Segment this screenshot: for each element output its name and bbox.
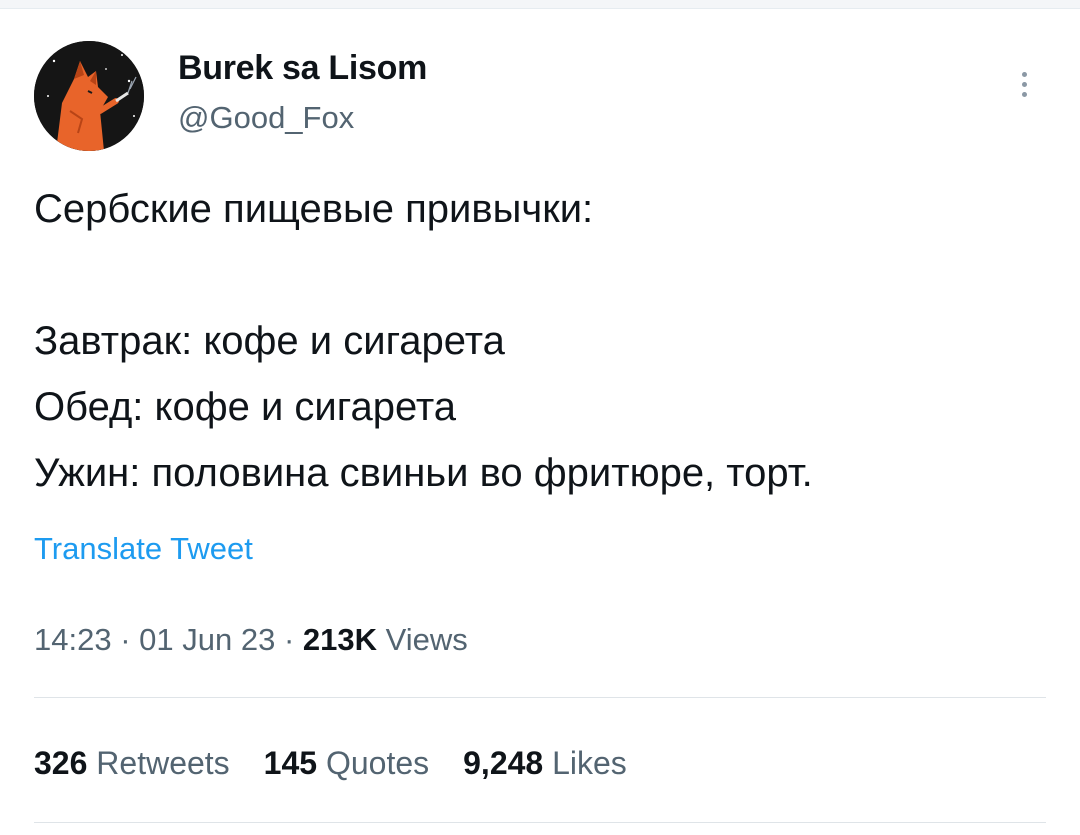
divider: [34, 697, 1046, 698]
author-handle[interactable]: @Good_Fox: [178, 100, 354, 136]
quotes-label: Quotes: [325, 745, 430, 781]
top-border: [0, 0, 1080, 9]
engagement-stats: 326 Retweets 145 Quotes 9,248 Likes: [34, 743, 627, 783]
retweets-count: 326: [34, 745, 88, 781]
tweet-date[interactable]: 01 Jun 23: [139, 622, 275, 657]
views-count: 213K: [302, 622, 378, 657]
more-options-button[interactable]: [1006, 62, 1042, 106]
retweets-label: Retweets: [96, 745, 230, 781]
tweet-text-line: Завтрак: кофе и сигарета: [34, 319, 505, 363]
likes-stat[interactable]: 9,248 Likes: [463, 743, 627, 783]
tweet-meta: 14:23 · 01 Jun 23 · 213K Views: [34, 621, 468, 659]
tweet-text-line: Обед: кофе и сигарета: [34, 385, 457, 429]
meta-separator: ·: [120, 622, 131, 657]
meta-separator: ·: [283, 622, 295, 657]
fox-avatar-icon: [34, 41, 144, 151]
tweet-text-line: Ужин: половина свиньи во фритюре, торт.: [34, 451, 813, 495]
divider: [34, 822, 1046, 823]
tweet-time[interactable]: 14:23: [34, 622, 112, 657]
tweet-text-line: Сербские пищевые привычки:: [34, 187, 594, 231]
more-vertical-icon-dot: [1021, 91, 1027, 97]
quotes-count: 145: [263, 745, 318, 781]
views-label: Views: [385, 622, 468, 657]
author-display-name[interactable]: Burek sa Lisom: [178, 48, 427, 88]
likes-label: Likes: [552, 745, 627, 781]
quotes-stat[interactable]: 145 Quotes: [264, 743, 429, 783]
retweets-stat[interactable]: 326 Retweets: [34, 743, 230, 783]
translate-tweet-link[interactable]: Translate Tweet: [34, 530, 253, 568]
more-vertical-icon: [1021, 71, 1027, 77]
likes-count: 9,248: [463, 745, 544, 781]
more-vertical-icon-dot: [1021, 81, 1027, 87]
author-avatar[interactable]: [34, 41, 144, 151]
